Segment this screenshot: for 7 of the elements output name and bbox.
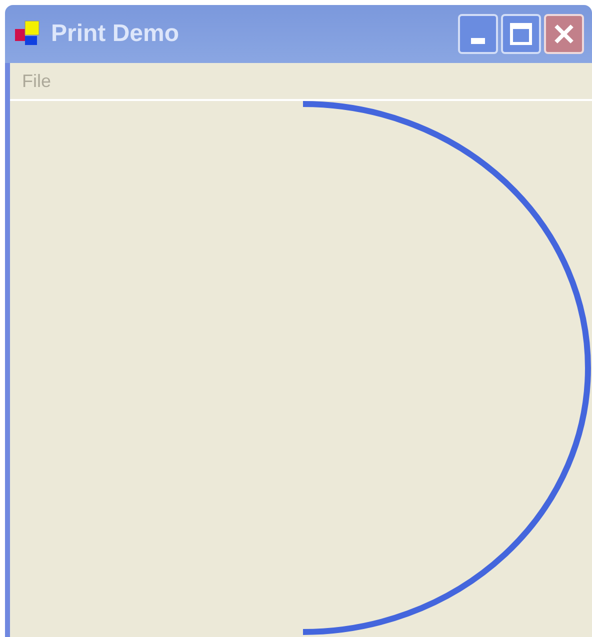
minimize-icon <box>471 38 485 44</box>
window-title: Print Demo <box>51 19 180 49</box>
maximize-icon <box>510 23 532 45</box>
close-icon <box>553 23 575 45</box>
close-button[interactable] <box>544 14 584 54</box>
minimize-button[interactable] <box>458 14 498 54</box>
maximize-button[interactable] <box>501 14 541 54</box>
